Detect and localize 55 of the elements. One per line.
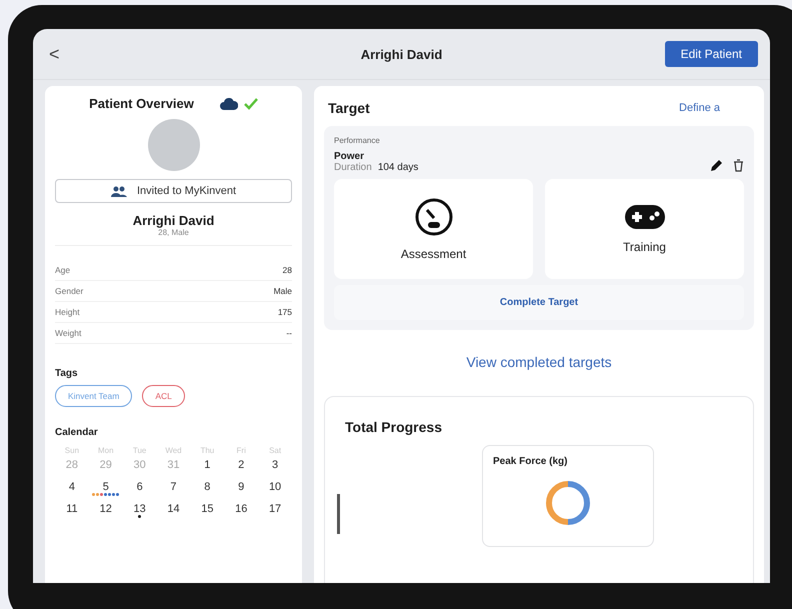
- field-label: Weight: [55, 328, 82, 338]
- calendar-day[interactable]: 4: [68, 481, 75, 493]
- calendar-day[interactable]: 12: [100, 503, 112, 515]
- target-name: Power: [334, 151, 366, 162]
- donut-chart-drawing: [546, 481, 590, 525]
- gauge-icon: [414, 197, 454, 237]
- tags-heading: Tags: [55, 368, 79, 379]
- calendar-day[interactable]: 10: [268, 481, 282, 493]
- duration-label: Duration: [334, 162, 372, 173]
- field-value: 175: [278, 307, 292, 317]
- calendar-day[interactable]: 5: [102, 481, 109, 493]
- training-tile[interactable]: Training: [545, 179, 744, 279]
- calendar-day[interactable]: 1: [204, 459, 210, 471]
- field-value: --: [286, 328, 292, 338]
- axis-line: [337, 494, 340, 534]
- target-category: Performance: [334, 136, 381, 145]
- view-completed-targets-link[interactable]: View completed targets: [466, 354, 612, 370]
- complete-target-button[interactable]: Complete Target: [334, 285, 744, 320]
- calendar-day[interactable]: 16: [235, 503, 248, 515]
- calendar-day[interactable]: 11: [66, 503, 78, 515]
- people-icon: [110, 186, 127, 196]
- field-label: Gender: [55, 286, 84, 296]
- assessment-tile[interactable]: Assessment: [334, 179, 533, 279]
- cloud-icon: [220, 98, 238, 110]
- calendar-heading: Calendar: [55, 427, 99, 438]
- field-value: 28: [282, 265, 292, 275]
- calendar-day[interactable]: 7: [170, 481, 177, 493]
- trash-icon[interactable]: [733, 159, 744, 172]
- card-title: Patient Overview: [89, 96, 194, 111]
- calendar-day[interactable]: 9: [238, 481, 244, 493]
- calendar-day[interactable]: 13: [134, 503, 146, 515]
- gamepad-icon: [624, 204, 666, 230]
- target-heading: Target: [328, 100, 370, 116]
- invite-status-button[interactable]: Invited to MyKinvent: [55, 179, 292, 203]
- calendar-day[interactable]: 14: [167, 503, 180, 515]
- chart-title: Peak Force (kg): [493, 456, 568, 467]
- pencil-icon[interactable]: [710, 159, 723, 172]
- avatar-placeholder: [148, 119, 200, 171]
- duration-value: 104 days: [378, 162, 418, 173]
- calendar-day[interactable]: 6: [136, 481, 143, 493]
- edit-patient-button[interactable]: Edit Patient: [664, 41, 758, 67]
- calendar-day[interactable]: 17: [268, 503, 282, 515]
- field-value: Male: [274, 286, 292, 296]
- patient-name: Arrighi David: [132, 213, 216, 228]
- field-label: Age: [55, 265, 70, 275]
- define-target-link[interactable]: Define a: [679, 102, 720, 114]
- calendar-day[interactable]: 15: [201, 503, 214, 515]
- calendar-day[interactable]: 8: [204, 481, 210, 493]
- calendar-day[interactable]: 3: [272, 459, 278, 471]
- patient-subtitle: 28, Male: [157, 228, 190, 237]
- progress-heading: Total Progress: [345, 419, 443, 435]
- back-button[interactable]: <: [45, 44, 64, 64]
- calendar-day[interactable]: 2: [238, 459, 244, 471]
- page-title: Arrighi David: [360, 46, 442, 62]
- field-label: Height: [55, 307, 80, 317]
